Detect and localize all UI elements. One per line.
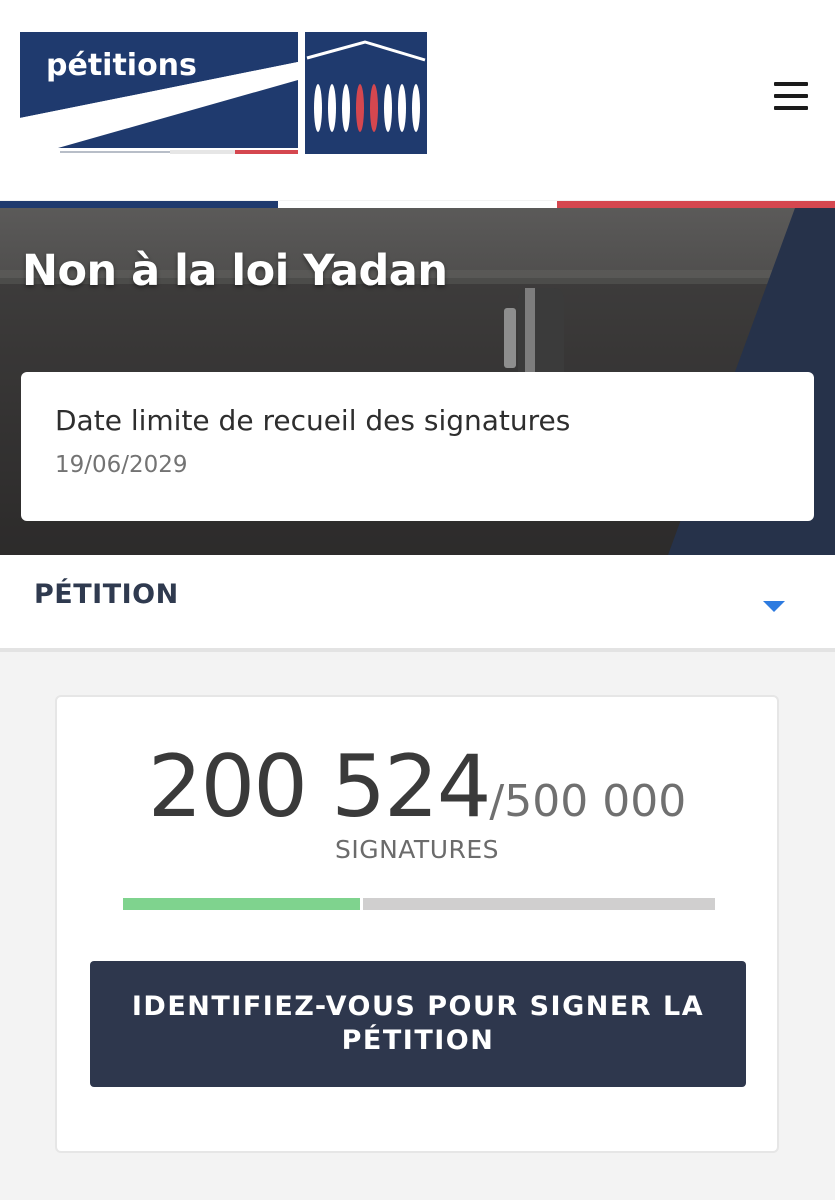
progress-divider — [360, 898, 363, 910]
site-header: pétitions — [0, 0, 835, 200]
signature-progress-bar — [123, 898, 715, 910]
deadline-date: 19/06/2029 — [55, 452, 188, 478]
sign-petition-button[interactable]: IDENTIFIEZ-VOUS POUR SIGNER LA PÉTITION — [90, 961, 746, 1087]
signature-card: 200 524/500 000 SIGNATURES IDENTIFIEZ-VO… — [55, 695, 779, 1153]
logo-wordmark: pétitions — [46, 48, 197, 83]
flag-stripe-white — [278, 201, 557, 208]
caret-down-icon[interactable] — [763, 601, 785, 612]
petitions-logo-graphic: pétitions — [20, 32, 427, 154]
signature-count: 200 524 — [147, 737, 492, 837]
section-label: PÉTITION — [34, 579, 179, 610]
progress-fill — [123, 898, 360, 910]
signature-goal: /500 000 — [489, 776, 687, 827]
petition-section-toggle[interactable]: PÉTITION — [0, 555, 835, 652]
signatures-label: SIGNATURES — [334, 835, 500, 864]
flag-stripe-blue — [0, 201, 278, 208]
menu-bar-top — [774, 82, 808, 86]
menu-bar-bottom — [774, 106, 808, 110]
deadline-label: Date limite de recueil des signatures — [55, 404, 571, 437]
petition-hero: Non à la loi Yadan Date limite de recuei… — [0, 208, 835, 555]
petitions-logo[interactable]: pétitions — [20, 32, 428, 156]
flag-stripe-red — [557, 201, 835, 208]
signature-count-line: 200 524/500 000 — [57, 737, 777, 837]
hamburger-menu-icon[interactable] — [772, 78, 812, 114]
deadline-card: Date limite de recueil des signatures 19… — [21, 372, 814, 521]
menu-bar-middle — [774, 94, 808, 98]
petition-title: Non à la loi Yadan — [22, 246, 448, 296]
